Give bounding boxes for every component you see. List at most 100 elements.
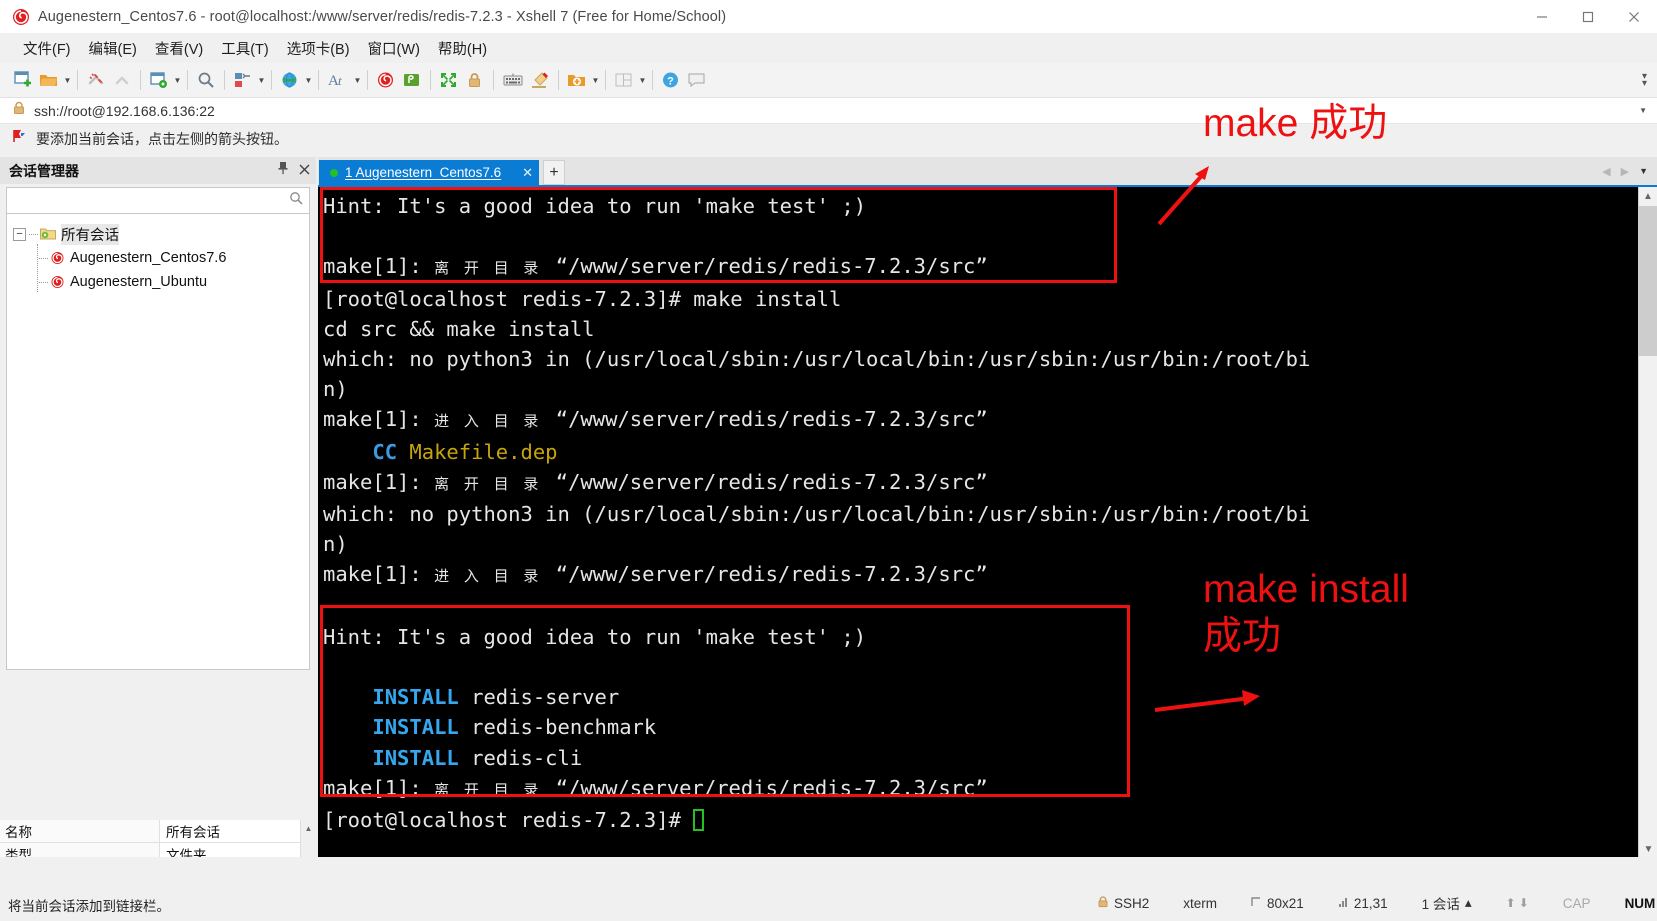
xftp-icon[interactable]	[399, 67, 425, 93]
reconnect-icon[interactable]	[109, 67, 135, 93]
search-icon[interactable]	[289, 191, 303, 210]
terminal-text: INSTALL	[323, 685, 472, 710]
terminal-text: Makefile.dep	[409, 439, 558, 464]
close-icon[interactable]	[299, 162, 310, 180]
menu-help[interactable]: 帮助(H)	[429, 35, 496, 62]
globe-dropdown-icon[interactable]: ▼	[304, 76, 313, 85]
highlight-icon[interactable]	[527, 67, 553, 93]
fullscreen-icon[interactable]	[436, 67, 462, 93]
new-folder-icon[interactable]	[564, 67, 590, 93]
address-input[interactable]: ssh://root@192.168.6.136:22	[34, 103, 215, 119]
menu-bar: 文件(F) 编辑(E) 查看(V) 工具(T) 选项卡(B) 窗口(W) 帮助(…	[0, 33, 1657, 63]
chevron-down-icon[interactable]: ▼	[1639, 106, 1647, 115]
properties-dropdown-icon[interactable]: ▼	[173, 76, 182, 85]
status-sessions[interactable]: 1 会话 ▴	[1405, 893, 1489, 913]
tree-node-centos[interactable]: Augenestern_Centos7.6	[13, 246, 309, 270]
open-folder-dropdown-icon[interactable]: ▼	[63, 76, 72, 85]
status-bar: 将当前会话添加到链接栏。 CSDN @生命是有光的 SSH2 xterm	[0, 857, 1657, 921]
chevron-up-icon[interactable]: ▴	[1465, 895, 1472, 911]
status-caps: CAP	[1562, 895, 1591, 911]
new-tab-button[interactable]: +	[543, 160, 566, 185]
split-layout-dropdown-icon[interactable]: ▼	[638, 76, 647, 85]
find-icon[interactable]	[193, 67, 219, 93]
title-bar: Augenestern_Centos7.6 - root@localhost:/…	[0, 0, 1657, 33]
terminal-line: make[1]: 离 开 目 录 “/www/server/redis/redi…	[323, 773, 1638, 805]
terminal-output[interactable]: Hint: It's a good idea to run 'make test…	[318, 187, 1638, 857]
terminal-line: [root@localhost redis-7.2.3]#	[323, 805, 1638, 835]
scrollbar-thumb[interactable]	[1639, 206, 1657, 356]
chevron-right-icon[interactable]: ▶	[1621, 165, 1629, 178]
xshell-session-icon	[50, 275, 65, 289]
menu-edit[interactable]: 编辑(E)	[80, 35, 146, 62]
session-search-field[interactable]	[6, 187, 310, 214]
toolbar-separator	[140, 70, 141, 90]
arrow-flag-icon[interactable]	[12, 128, 28, 149]
terminal-line: INSTALL redis-benchmark	[323, 712, 1638, 742]
toolbar-separator	[271, 70, 272, 90]
scroll-up-icon[interactable]: ▲	[1639, 187, 1657, 206]
session-properties-icon[interactable]	[146, 67, 172, 93]
close-icon[interactable]: ✕	[522, 165, 533, 181]
menu-view[interactable]: 查看(V)	[146, 35, 212, 62]
menu-window[interactable]: 窗口(W)	[359, 35, 429, 62]
property-value: 所有会话	[160, 820, 316, 842]
menu-file[interactable]: 文件(F)	[14, 35, 80, 62]
open-folder-icon[interactable]	[36, 67, 62, 93]
property-key: 名称	[0, 820, 160, 842]
terminal-text: Hint: It's a good idea to run 'make test…	[323, 624, 867, 649]
terminal-text: which: no python3 in (/usr/local/sbin:/u…	[323, 347, 1311, 372]
lock-icon	[1097, 895, 1109, 911]
status-size-label: 80x21	[1267, 895, 1304, 911]
transfer-down-icon: ⬇	[1518, 896, 1529, 910]
comment-icon[interactable]	[684, 67, 710, 93]
keyboard-icon[interactable]	[499, 67, 527, 93]
maximize-icon[interactable]	[1565, 0, 1611, 33]
menu-tools[interactable]: 工具(T)	[212, 35, 278, 62]
terminal-panel: Hint: It's a good idea to run 'make test…	[318, 185, 1657, 859]
terminal-line: make[1]: 离 开 目 录 “/www/server/redis/redi…	[323, 467, 1638, 499]
pin-icon[interactable]	[277, 161, 289, 180]
new-session-icon[interactable]	[10, 67, 36, 93]
terminal-text: cd src && make install	[323, 316, 595, 341]
tree-node-all-sessions[interactable]: − 所有会话	[13, 222, 309, 246]
file-transfer-dropdown-icon[interactable]: ▼	[257, 76, 266, 85]
toolbar-separator	[430, 70, 431, 90]
tree-connector	[29, 233, 38, 235]
menu-tabs[interactable]: 选项卡(B)	[278, 35, 359, 62]
scroll-up-icon[interactable]: ▲	[301, 820, 316, 836]
new-folder-dropdown-icon[interactable]: ▼	[591, 76, 600, 85]
disconnect-icon[interactable]	[83, 67, 109, 93]
terminal-scrollbar[interactable]: ▲ ▼	[1638, 187, 1657, 859]
minimize-icon[interactable]	[1519, 0, 1565, 33]
toolbar-separator	[605, 70, 606, 90]
toolbar-separator	[367, 70, 368, 90]
tab-augenestern-centos[interactable]: 1 Augenestern_Centos7.6 ✕	[319, 160, 540, 185]
globe-icon[interactable]	[277, 67, 303, 93]
xshell-icon[interactable]	[373, 67, 399, 93]
help-icon[interactable]: ?	[658, 67, 684, 93]
font-icon[interactable]: A t	[324, 67, 352, 93]
session-tree[interactable]: − 所有会话 Augenestern_Centos7.6 Augenestern…	[6, 214, 310, 670]
terminal-line: cd src && make install	[323, 314, 1638, 344]
chevron-left-icon[interactable]: ◀	[1602, 165, 1610, 178]
close-icon[interactable]	[1611, 0, 1657, 33]
terminal-line: make[1]: 离 开 目 录 “/www/server/redis/redi…	[323, 251, 1638, 283]
file-transfer-icon[interactable]	[230, 67, 256, 93]
tree-connector	[39, 257, 48, 259]
font-dropdown-icon[interactable]: ▼	[353, 76, 362, 85]
split-layout-icon[interactable]	[611, 67, 637, 93]
svg-text:t: t	[338, 73, 342, 88]
info-bar-text: 要添加当前会话，点击左侧的箭头按钮。	[36, 130, 288, 147]
terminal-text: INSTALL	[323, 715, 472, 740]
connected-dot-icon	[330, 168, 338, 177]
tree-expander-icon[interactable]: −	[13, 227, 26, 241]
session-manager-header: 会话管理器	[0, 157, 316, 184]
tree-node-ubuntu[interactable]: Augenestern_Ubuntu	[13, 270, 309, 294]
toolbar-overflow-icon[interactable]: ▾ ▾	[1642, 72, 1647, 89]
address-bar[interactable]: ssh://root@192.168.6.136:22 ▼	[0, 98, 1657, 124]
lock-icon[interactable]	[462, 67, 488, 93]
status-cursor: 21,31	[1321, 896, 1405, 911]
chevron-down-icon[interactable]: ▼	[1639, 166, 1648, 176]
